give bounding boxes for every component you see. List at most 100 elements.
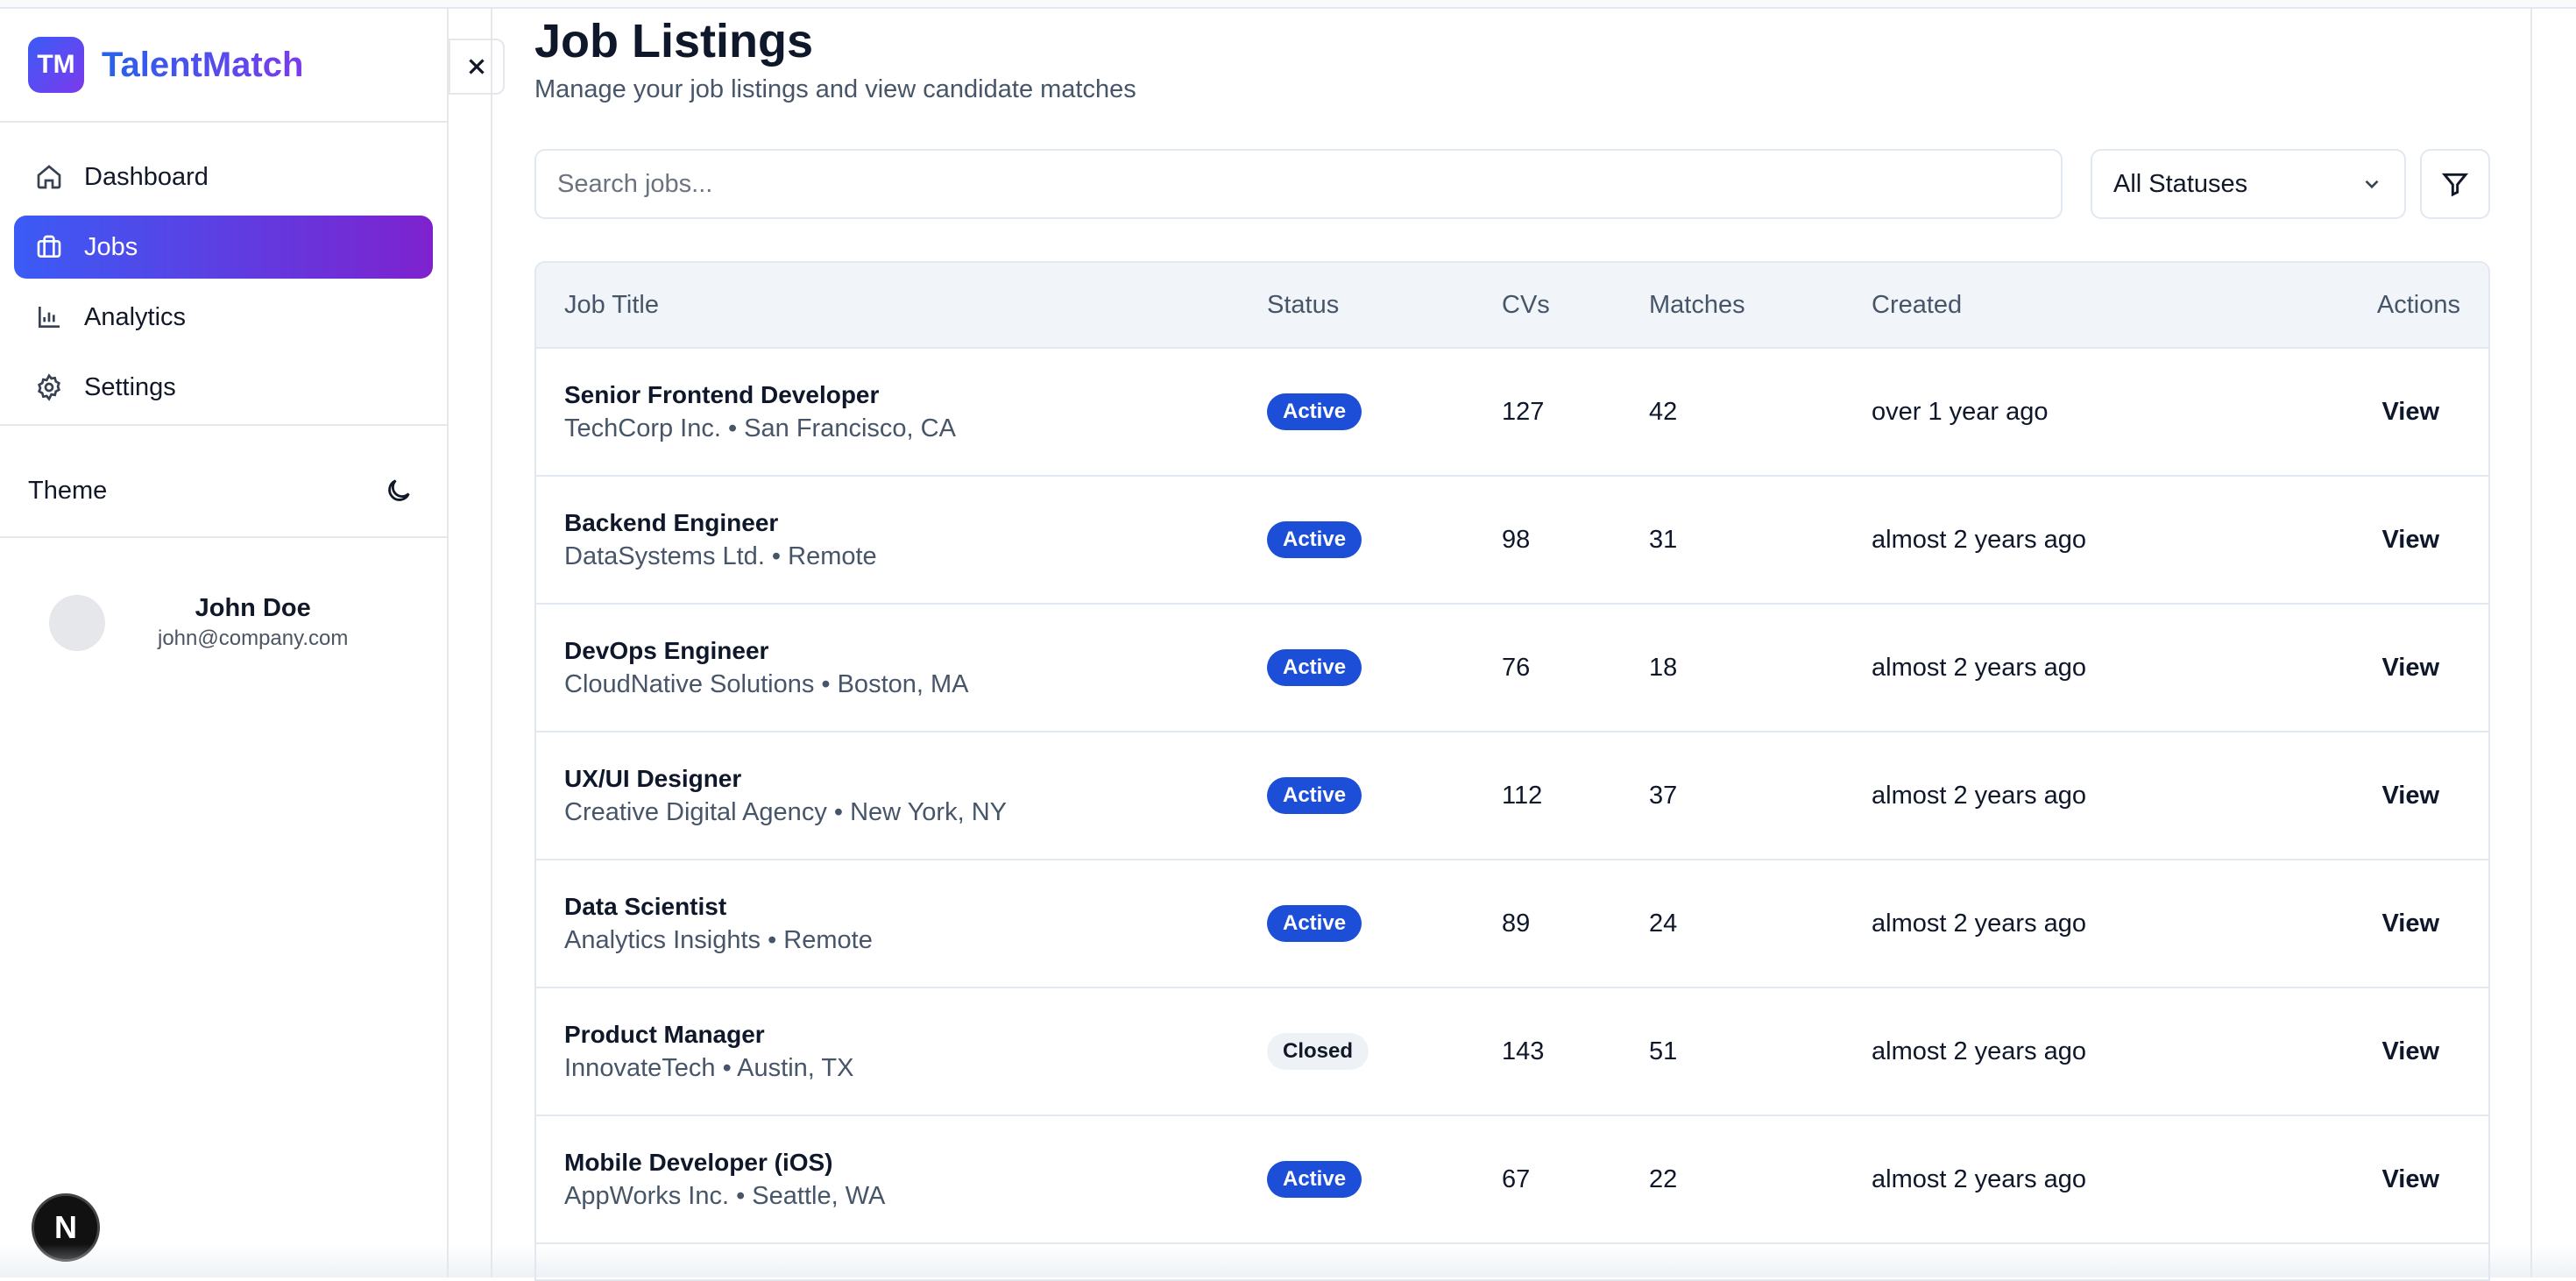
status-cell: Active [1267,905,1502,942]
job-title[interactable]: Senior Frontend Developer [564,381,1267,409]
dev-tools-badge[interactable]: N [32,1193,100,1262]
table-row[interactable]: Senior Frontend Developer TechCorp Inc. … [536,349,2488,477]
sidebar-divider [0,536,447,538]
main-left-border [491,9,492,1277]
job-cell: Data Scientist Analytics Insights • Remo… [536,893,1267,955]
page-subtitle: Manage your job listings and view candid… [534,75,1136,103]
job-meta: DataSystems Ltd. • Remote [564,541,877,570]
sidebar-divider [0,424,447,426]
created-date: almost 2 years ago [1872,653,2087,682]
gear-icon [38,373,60,401]
created-date: almost 2 years ago [1872,909,2087,938]
view-button[interactable]: View [2381,1037,2460,1065]
column-header[interactable]: Created [1872,291,2327,320]
close-icon [469,59,485,74]
briefcase-icon [37,235,61,258]
created-date: almost 2 years ago [1872,1164,2087,1193]
close-sidebar-button[interactable] [449,39,505,95]
view-button[interactable]: View [2381,398,2460,426]
sidebar-item-jobs[interactable]: Jobs [14,216,433,279]
job-title[interactable]: Data Scientist [564,893,1267,921]
matches-count: 24 [1649,909,1678,938]
status-badge: Active [1267,905,1362,942]
job-cell: Senior Frontend Developer TechCorp Inc. … [536,381,1267,443]
status-cell: Active [1267,1161,1502,1198]
column-header[interactable]: Status [1267,291,1502,320]
table-row[interactable]: Backend Engineer DataSystems Ltd. • Remo… [536,477,2488,605]
sidebar-divider [0,121,447,123]
view-button[interactable]: View [2381,526,2460,554]
cvs-count: 143 [1502,1037,1545,1065]
created-date: almost 2 years ago [1872,525,2087,554]
filter-button[interactable] [2420,149,2490,219]
view-button[interactable]: View [2381,654,2460,682]
column-header[interactable]: Job Title [536,291,1267,320]
avatar [49,594,105,651]
table-row[interactable]: UX/UI Designer Creative Digital Agency •… [536,733,2488,860]
table-row[interactable]: Data Scientist Analytics Insights • Remo… [536,860,2488,988]
home-icon [37,165,61,189]
sidebar-item-label: Analytics [84,302,187,331]
actions-cell: View [2327,782,2488,810]
sidebar-item-analytics[interactable]: Analytics [14,286,433,349]
job-cell: DevOps Engineer CloudNative Solutions • … [536,637,1267,699]
page-title: Job Listings [534,15,814,67]
job-title[interactable]: Product Manager [564,1021,1267,1049]
table-row[interactable]: Product Manager InnovateTech • Austin, T… [536,988,2488,1116]
moon-icon[interactable] [384,476,414,506]
table-row[interactable]: Mobile Developer (iOS) AppWorks Inc. • S… [536,1116,2488,1244]
created-date: over 1 year ago [1872,397,2049,426]
job-meta: AppWorks Inc. • Seattle, WA [564,1181,886,1210]
view-button[interactable]: View [2381,1165,2460,1193]
brand[interactable]: TM TalentMatch [28,37,303,93]
status-cell: Active [1267,521,1502,558]
column-header[interactable]: CVs [1502,291,1649,320]
view-button[interactable]: View [2381,782,2460,810]
status-badge: Active [1267,393,1362,430]
user-profile[interactable]: John Doe john@company.com [49,594,348,651]
job-meta: CloudNative Solutions • Boston, MA [564,669,969,698]
created-date: almost 2 years ago [1872,781,2087,810]
status-select[interactable]: All Statuses [2091,149,2406,219]
created-date: almost 2 years ago [1872,1037,2087,1065]
theme-label: Theme [28,476,108,505]
sidebar-item-settings[interactable]: Settings [14,356,433,419]
job-cell: Backend Engineer DataSystems Ltd. • Remo… [536,509,1267,571]
status-cell: Active [1267,393,1502,430]
sidebar: TM TalentMatch Dashboard Jobs Analytics … [0,9,449,1277]
sidebar-item-label: Settings [84,372,176,401]
job-cell: Mobile Developer (iOS) AppWorks Inc. • S… [536,1149,1267,1211]
job-meta: Creative Digital Agency • New York, NY [564,797,1007,826]
table-row[interactable]: DevOps Engineer CloudNative Solutions • … [536,605,2488,733]
status-badge: Active [1267,1161,1362,1198]
status-badge: Active [1267,521,1362,558]
actions-cell: View [2327,398,2488,427]
sidebar-nav: Dashboard Jobs Analytics Settings [14,145,433,426]
status-cell: Active [1267,777,1502,814]
user-email: john@company.com [158,626,349,650]
status-badge: Active [1267,649,1362,686]
search-input[interactable] [534,149,2063,219]
view-button[interactable]: View [2381,909,2460,938]
job-title[interactable]: DevOps Engineer [564,637,1267,665]
top-edge [0,0,2576,9]
table-body: Senior Frontend Developer TechCorp Inc. … [536,349,2488,1244]
job-title[interactable]: Mobile Developer (iOS) [564,1149,1267,1177]
brand-name: TalentMatch [102,45,304,84]
matches-count: 37 [1649,781,1678,810]
cvs-count: 76 [1502,653,1531,682]
status-badge: Closed [1267,1033,1369,1070]
cvs-count: 98 [1502,525,1531,554]
matches-count: 42 [1649,397,1678,426]
matches-count: 51 [1649,1037,1678,1065]
bar-chart-icon [39,307,60,328]
column-header[interactable]: Matches [1649,291,1872,320]
actions-cell: View [2327,654,2488,683]
job-title[interactable]: Backend Engineer [564,509,1267,537]
cvs-count: 89 [1502,909,1531,938]
filter-icon [2441,173,2469,197]
table-row-partial [536,1244,2488,1279]
table-header: Job Title Status CVs Matches Created Act… [536,263,2488,349]
sidebar-item-dashboard[interactable]: Dashboard [14,145,433,209]
job-title[interactable]: UX/UI Designer [564,765,1267,793]
